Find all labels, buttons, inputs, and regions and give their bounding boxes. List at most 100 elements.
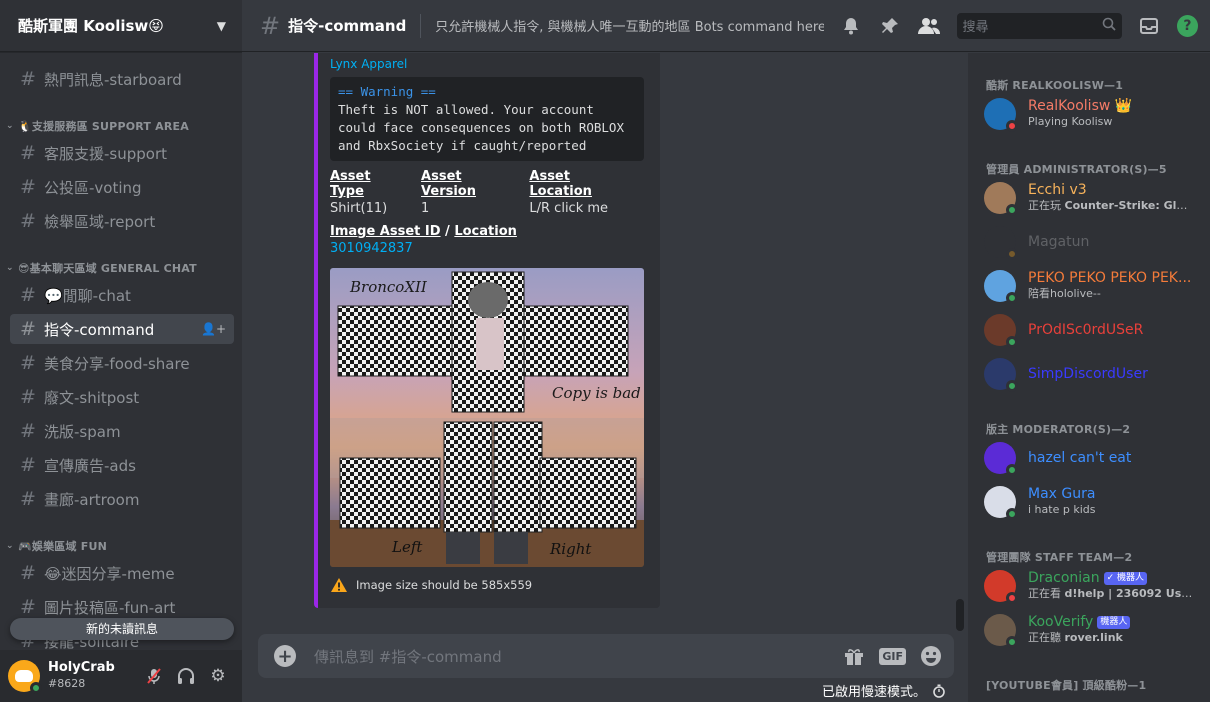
bot-badge: 機器人 — [1097, 616, 1131, 629]
online-status-icon — [1006, 464, 1018, 476]
hashtag-icon: # — [20, 352, 36, 374]
help-icon[interactable]: ? — [1176, 14, 1198, 37]
chevron-down-icon: ⌄ — [6, 541, 14, 551]
channel-label: 廢文-shitpost — [44, 388, 140, 407]
mute-microphone-icon[interactable] — [138, 660, 170, 692]
notification-bell-icon[interactable] — [840, 14, 863, 38]
member-text: SimpDiscordUser — [1028, 366, 1148, 382]
field-separator: / — [440, 224, 455, 239]
image-asset-id-label: Image Asset ID — [330, 224, 441, 239]
gif-icon[interactable]: GIF — [879, 647, 906, 665]
add-member-icon[interactable]: 👤+ — [201, 322, 226, 336]
member-item[interactable]: SimpDiscordUser — [984, 353, 1204, 395]
settings-gear-icon[interactable]: ⚙ — [202, 660, 234, 692]
channel-label: 圖片投稿區-fun-art — [44, 598, 176, 617]
channel-report[interactable]: # 檢舉區域-report — [10, 206, 234, 236]
member-text: Magatun — [1028, 234, 1089, 250]
headphones-icon[interactable] — [170, 660, 202, 692]
channel-header: # 指令-command 只允許機械人指令, 與機械人唯一互動的地區 Bots … — [242, 0, 1210, 52]
slowmode-notice: 已啟用慢速模式。 — [822, 681, 946, 700]
member-activity: i hate p kids — [1028, 503, 1096, 516]
search-input[interactable]: 搜尋 — [956, 12, 1122, 39]
avatar — [984, 570, 1018, 604]
hashtag-icon: # — [20, 284, 36, 306]
chevron-down-icon: ⌄ — [6, 263, 14, 273]
inbox-icon[interactable] — [1138, 14, 1161, 38]
member-item[interactable]: Draconian ✓ 機器人 正在看 d!help | 236092 Users — [984, 565, 1204, 607]
category-general[interactable]: ⌄ 😎基本聊天區域 GENERAL CHAT — [6, 260, 197, 276]
member-item[interactable]: KooVerify 機器人 正在聽 rover.link — [984, 609, 1204, 651]
member-item[interactable]: Magatun — [984, 221, 1204, 263]
channel-spam[interactable]: # 洗版-spam — [10, 416, 234, 446]
member-name: PEKO PEKO PEKO PEK... — [1028, 270, 1192, 286]
member-item[interactable]: RealKoolisw 👑 Playing Koolisw — [984, 93, 1204, 135]
scrollbar-thumb[interactable] — [956, 599, 964, 631]
message-composer[interactable]: + 傳訊息到 #指令-command GIF — [258, 634, 954, 678]
embed-provider-link[interactable]: Lynx Apparel — [330, 57, 644, 71]
server-header[interactable]: 酷斯軍團 Koolisw😝 ▼ — [0, 0, 242, 52]
new-unread-messages-pill[interactable]: 新的未讀訊息 — [10, 618, 234, 640]
channel-shitpost[interactable]: # 廢文-shitpost — [10, 382, 234, 412]
message-input[interactable]: 傳訊息到 #指令-command — [314, 646, 829, 667]
category-label: 🐧支援服務區 SUPPORT AREA — [18, 120, 189, 133]
member-item[interactable]: Max Gura i hate p kids — [984, 481, 1204, 523]
member-activity: 正在看 d!help | 236092 Users — [1028, 586, 1194, 602]
image-creator-text: BroncoXII — [349, 278, 428, 296]
channel-title: 指令-command — [288, 17, 407, 35]
member-name: hazel can't eat — [1028, 450, 1132, 466]
avatar[interactable] — [8, 660, 42, 694]
search-placeholder: 搜尋 — [962, 20, 989, 35]
avatar — [984, 182, 1018, 216]
field-value: 1 — [421, 201, 430, 216]
member-list-icon[interactable] — [918, 14, 941, 38]
attach-plus-icon[interactable]: + — [274, 645, 296, 667]
user-names[interactable]: HolyCrab #8628 — [48, 660, 138, 692]
channel-support[interactable]: # 客服支援-support — [10, 138, 234, 168]
channel-label: 熱門訊息-starboard — [44, 70, 182, 89]
pin-icon[interactable] — [879, 14, 902, 38]
embed-footer: Image size should be 585x559 — [330, 577, 644, 593]
member-group-header: 版主 MODERATOR(S)—2 — [986, 423, 1131, 436]
channel-label: 😂迷因分享-meme — [44, 564, 175, 583]
member-list: 酷斯 REALKOOLISW—1 RealKoolisw 👑 Playing K… — [968, 53, 1210, 702]
emoji-icon[interactable] — [920, 645, 942, 667]
avatar — [984, 358, 1018, 392]
hashtag-icon: # — [20, 488, 36, 510]
gift-icon[interactable] — [843, 645, 865, 667]
channel-label: 畫廊-artroom — [44, 490, 140, 509]
member-activity: Playing Koolisw — [1028, 115, 1113, 128]
activity-name: Counter-Strike: Global ... — [1064, 199, 1195, 212]
channel-artroom[interactable]: # 畫廊-artroom — [10, 484, 234, 514]
activity-prefix: 正在玩 — [1028, 199, 1065, 212]
channel-chat[interactable]: # 💬閒聊-chat — [10, 280, 234, 310]
channel-command[interactable]: # 指令-command 👤+ — [10, 314, 234, 344]
category-support[interactable]: ⌄ 🐧支援服務區 SUPPORT AREA — [6, 118, 189, 134]
member-text: Ecchi v3 正在玩 Counter-Strike: Global ... — [1028, 182, 1194, 214]
member-name: PrOdISc0rdUSeR — [1028, 322, 1144, 338]
image-asset-id-link[interactable]: 3010942837 — [330, 241, 644, 256]
member-item[interactable]: Ecchi v3 正在玩 Counter-Strike: Global ... — [984, 177, 1204, 219]
channel-ads[interactable]: # 宣傳廣告-ads — [10, 450, 234, 480]
field-value: Shirt(11) — [330, 201, 388, 216]
chevron-down-icon[interactable]: ▼ — [217, 19, 226, 33]
member-item[interactable]: hazel can't eat — [984, 437, 1204, 479]
category-fun[interactable]: ⌄ 🎮娛樂區域 FUN — [6, 538, 107, 554]
member-text: Draconian ✓ 機器人 正在看 d!help | 236092 Users — [1028, 570, 1194, 602]
channel-voting[interactable]: # 公投區-voting — [10, 172, 234, 202]
username: HolyCrab — [48, 660, 115, 675]
channel-topic[interactable]: 只允許機械人指令, 與機械人唯一互動的地區 Bots command here. — [435, 16, 823, 35]
member-group-header: 管理員 ADMINISTRATOR(S)—5 — [986, 163, 1167, 176]
channel-starboard[interactable]: # 熱門訊息-starboard — [10, 64, 234, 94]
asset-location-link[interactable]: L/R click me — [529, 201, 618, 216]
member-item[interactable]: PrOdISc0rdUSeR — [984, 309, 1204, 351]
channel-label: 💬閒聊-chat — [44, 286, 131, 305]
member-item[interactable]: PEKO PEKO PEKO PEK... 陪看hololive-- — [984, 265, 1204, 307]
embed-image[interactable]: BroncoXII Copy is bad Left Right — [330, 268, 644, 567]
channel-sidebar: 酷斯軍團 Koolisw😝 ▼ # 熱門訊息-starboard ⌄ 🐧支援服務… — [0, 0, 242, 702]
member-name: RealKoolisw 👑 — [1028, 98, 1132, 114]
field-name: Image Asset ID / Location — [330, 224, 644, 239]
member-name: SimpDiscordUser — [1028, 366, 1148, 382]
channel-food-share[interactable]: # 美食分享-food-share — [10, 348, 234, 378]
member-name: KooVerify 機器人 — [1028, 614, 1131, 630]
channel-meme[interactable]: # 😂迷因分享-meme — [10, 558, 234, 588]
